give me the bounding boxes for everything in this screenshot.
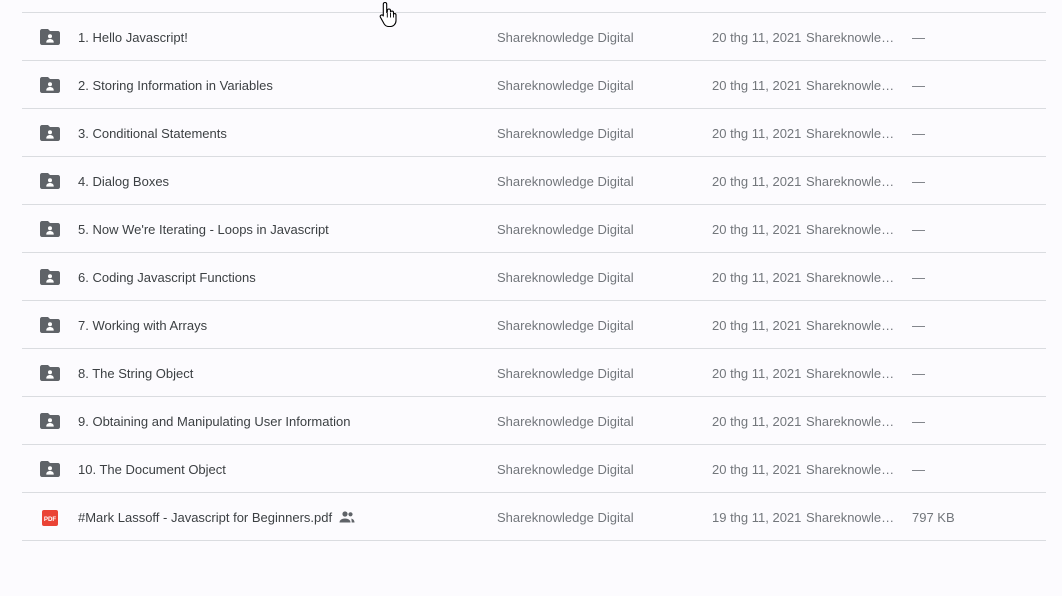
shared-folder-icon [40,77,60,93]
pdf-file-icon: PDF [42,510,58,526]
file-name[interactable]: 3. Conditional Statements [78,109,227,156]
file-modified-date: 20 thg 11, 2021 [712,78,802,93]
file-name[interactable]: 6. Coding Javascript Functions [78,253,256,300]
file-modified-by: Shareknowledge Digital [806,510,899,525]
file-owner: Shareknowledge Digital [497,462,634,477]
file-modified-date: 19 thg 11, 2021 [712,510,802,525]
file-name[interactable]: 7. Working with Arrays [78,301,207,348]
file-owner: Shareknowledge Digital [497,78,634,93]
file-modified-date: 20 thg 11, 2021 [712,462,802,477]
file-modified-by: Shareknowledge Digital [806,78,899,93]
file-modified-date: 20 thg 11, 2021 [712,222,802,237]
file-name[interactable]: 5. Now We're Iterating - Loops in Javasc… [78,205,329,252]
file-row[interactable]: PDF #Mark Lassoff - Javascript for Begin… [22,493,1046,541]
file-modified-by: Shareknowledge Digital [806,318,899,333]
file-modified-date: 20 thg 11, 2021 [712,414,802,429]
shared-folder-icon [40,29,60,45]
shared-folder-icon [40,269,60,285]
file-name[interactable]: 4. Dialog Boxes [78,157,169,204]
file-row[interactable]: 3. Conditional Statements Shareknowledge… [22,109,1046,157]
file-modified-by: Shareknowledge Digital [806,462,899,477]
file-name[interactable]: 8. The String Object [78,349,193,396]
file-size: — [912,414,925,429]
file-modified-by: Shareknowledge Digital [806,414,899,429]
file-modified-date: 20 thg 11, 2021 [712,366,802,381]
file-name[interactable]: 9. Obtaining and Manipulating User Infor… [78,397,350,444]
file-list: 1. Hello Javascript! Shareknowledge Digi… [22,12,1046,541]
file-modified-by: Shareknowledge Digital [806,222,899,237]
file-size: — [912,126,925,141]
file-owner: Shareknowledge Digital [497,174,634,189]
file-owner: Shareknowledge Digital [497,222,634,237]
file-owner: Shareknowledge Digital [497,366,634,381]
shared-folder-icon [40,173,60,189]
file-row[interactable]: 2. Storing Information in Variables Shar… [22,61,1046,109]
shared-folder-icon [40,413,60,429]
file-row[interactable]: 7. Working with Arrays Shareknowledge Di… [22,301,1046,349]
file-modified-date: 20 thg 11, 2021 [712,174,802,189]
file-size: — [912,174,925,189]
file-owner: Shareknowledge Digital [497,126,634,141]
file-modified-by: Shareknowledge Digital [806,174,899,189]
file-owner: Shareknowledge Digital [497,318,634,333]
file-row[interactable]: 1. Hello Javascript! Shareknowledge Digi… [22,13,1046,61]
file-size: — [912,366,925,381]
file-modified-date: 20 thg 11, 2021 [712,270,802,285]
file-modified-by: Shareknowledge Digital [806,126,899,141]
svg-text:PDF: PDF [44,516,57,523]
people-icon [339,494,355,523]
file-name[interactable]: 2. Storing Information in Variables [78,61,273,108]
shared-folder-icon [40,317,60,333]
file-modified-date: 20 thg 11, 2021 [712,30,802,45]
file-name[interactable]: 10. The Document Object [78,445,226,492]
file-row[interactable]: 5. Now We're Iterating - Loops in Javasc… [22,205,1046,253]
file-size: — [912,318,925,333]
file-row[interactable]: 9. Obtaining and Manipulating User Infor… [22,397,1046,445]
file-size: — [912,222,925,237]
file-row[interactable]: 10. The Document Object Shareknowledge D… [22,445,1046,493]
file-owner: Shareknowledge Digital [497,510,634,525]
file-row[interactable]: 8. The String Object Shareknowledge Digi… [22,349,1046,397]
file-modified-by: Shareknowledge Digital [806,366,899,381]
file-row[interactable]: 4. Dialog Boxes Shareknowledge Digital 2… [22,157,1046,205]
file-modified-by: Shareknowledge Digital [806,30,899,45]
shared-folder-icon [40,125,60,141]
shared-folder-icon [40,461,60,477]
file-modified-by: Shareknowledge Digital [806,270,899,285]
file-owner: Shareknowledge Digital [497,414,634,429]
file-modified-date: 20 thg 11, 2021 [712,126,802,141]
file-row[interactable]: 6. Coding Javascript Functions Shareknow… [22,253,1046,301]
file-size: — [912,78,925,93]
file-size: — [912,30,925,45]
file-size: — [912,462,925,477]
file-name[interactable]: 1. Hello Javascript! [78,13,188,60]
shared-folder-icon [40,221,60,237]
file-size: 797 KB [912,510,955,525]
file-name[interactable]: #Mark Lassoff - Javascript for Beginners… [78,493,355,540]
shared-folder-icon [40,365,60,381]
file-owner: Shareknowledge Digital [497,30,634,45]
file-owner: Shareknowledge Digital [497,270,634,285]
file-modified-date: 20 thg 11, 2021 [712,318,802,333]
file-size: — [912,270,925,285]
